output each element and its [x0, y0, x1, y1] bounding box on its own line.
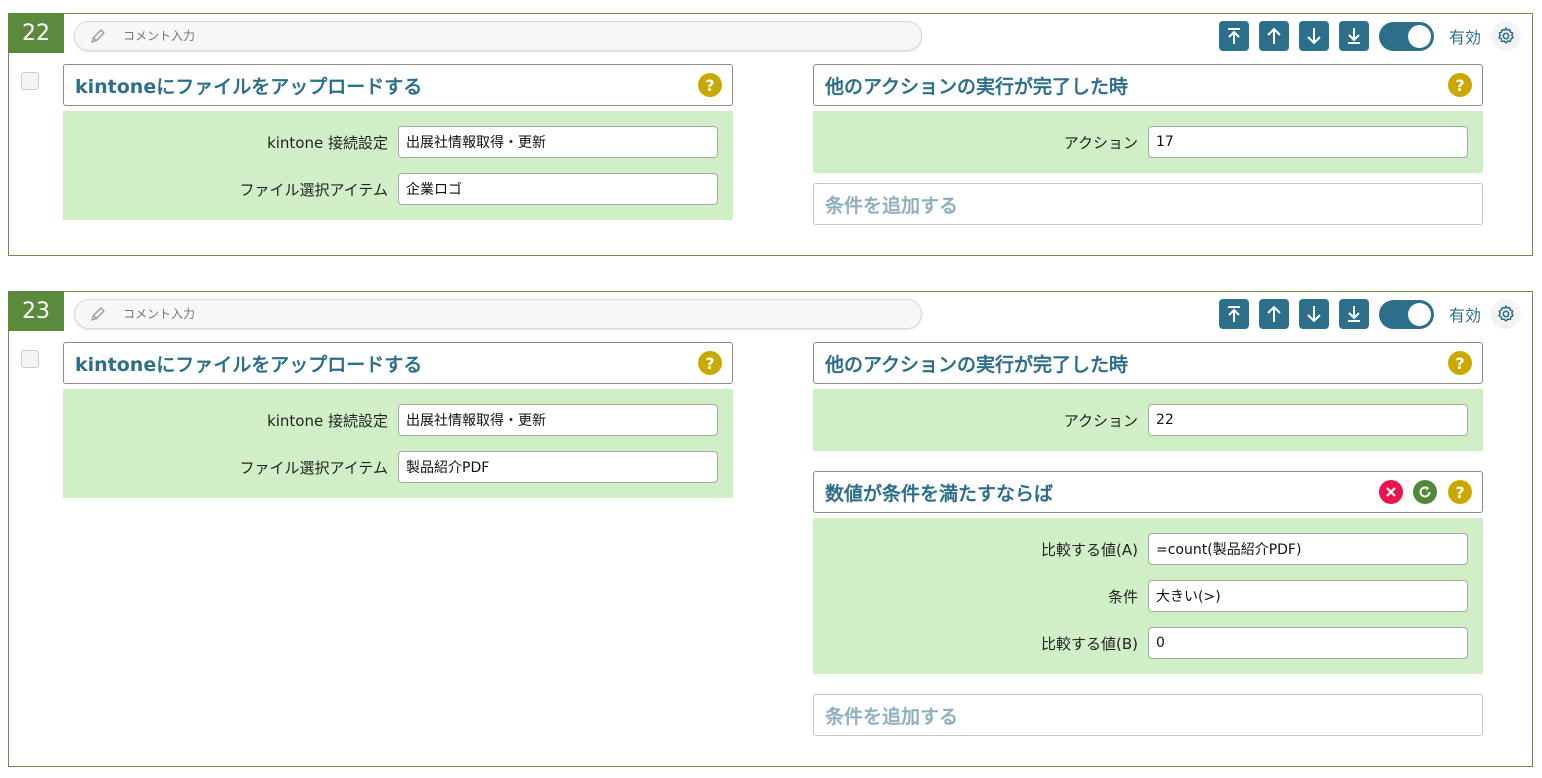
pencil-icon [87, 25, 109, 47]
field-label: kintone 接続設定 [267, 411, 388, 430]
toggle-knob [1407, 24, 1431, 48]
settings-button[interactable] [1491, 299, 1521, 329]
field-row: アクション 17 [813, 126, 1483, 158]
add-condition-label: 条件を追加する [825, 705, 959, 728]
refresh-icon [1419, 486, 1431, 498]
step-number: 22 [8, 13, 64, 53]
field-label: kintone 接続設定 [267, 133, 388, 152]
gear-icon [1498, 305, 1514, 322]
move-down-icon [1307, 306, 1321, 323]
help-icon[interactable]: ? [1448, 73, 1472, 97]
pencil-icon [87, 303, 109, 325]
enabled-toggle[interactable] [1378, 21, 1434, 51]
move-bottom-icon [1347, 306, 1360, 322]
trigger-fields: アクション 22 [813, 389, 1483, 451]
field-row: kintone 接続設定 出展社情報取得・更新 [63, 404, 733, 436]
field-row: アクション 22 [813, 404, 1483, 436]
enabled-label: 有効 [1448, 28, 1481, 47]
action-card-22: 22 有効 kintoneにファイルをアップロードする ? kinton [8, 13, 1533, 256]
action-fields: kintone 接続設定 出展社情報取得・更新 ファイル選択アイテム 製品紹介P… [63, 389, 733, 498]
move-top-icon [1227, 306, 1240, 322]
compare-value-b-input[interactable]: 0 [1148, 627, 1468, 659]
action-number-input[interactable]: 17 [1148, 126, 1468, 158]
field-row: 比較する値(B) 0 [813, 627, 1483, 659]
field-row: kintone 接続設定 出展社情報取得・更新 [63, 126, 733, 158]
move-bottom-icon [1347, 28, 1360, 44]
move-up-icon [1267, 27, 1281, 44]
action-number-input[interactable]: 22 [1148, 404, 1468, 436]
toggle-knob [1407, 302, 1431, 326]
action-title: kintoneにファイルをアップロードする [75, 353, 423, 376]
action-card-23: 23 有効 kintoneにファイルをアップロードする ? kinton [8, 291, 1533, 767]
enabled-label: 有効 [1448, 306, 1481, 325]
comment-field[interactable] [74, 299, 922, 329]
field-row: 条件 大きい(>) [813, 580, 1483, 612]
field-label: ファイル選択アイテム [239, 458, 388, 477]
comment-input[interactable] [121, 306, 825, 322]
delete-condition-button[interactable] [1379, 480, 1403, 504]
refresh-condition-button[interactable] [1413, 480, 1437, 504]
add-condition-button[interactable]: 条件を追加する [813, 183, 1483, 225]
move-down-button[interactable] [1298, 299, 1329, 329]
move-up-icon [1267, 305, 1281, 322]
condition-fields: 比較する値(A) =count(製品紹介PDF) 条件 大きい(>) 比較する値… [813, 518, 1483, 674]
field-label: 比較する値(B) [1041, 634, 1138, 653]
enabled-toggle[interactable] [1378, 299, 1434, 329]
move-bottom-button[interactable] [1338, 299, 1369, 329]
action-header: kintoneにファイルをアップロードする ? [63, 342, 733, 384]
action-header: kintoneにファイルをアップロードする ? [63, 64, 733, 106]
field-row: ファイル選択アイテム 製品紹介PDF [63, 451, 733, 483]
add-condition-label: 条件を追加する [825, 194, 959, 217]
kintone-connection-select[interactable]: 出展社情報取得・更新 [398, 404, 718, 436]
field-row: 比較する値(A) =count(製品紹介PDF) [813, 533, 1483, 565]
move-top-button[interactable] [1218, 299, 1249, 329]
action-fields: kintone 接続設定 出展社情報取得・更新 ファイル選択アイテム 企業ロゴ [63, 111, 733, 220]
field-label: ファイル選択アイテム [239, 180, 388, 199]
card-toolbar: 有効 [1209, 299, 1521, 329]
field-label: 比較する値(A) [1041, 540, 1138, 559]
trigger-title: 他のアクションの実行が完了した時 [825, 75, 1129, 98]
settings-button[interactable] [1491, 21, 1521, 51]
trigger-fields: アクション 17 [813, 111, 1483, 173]
comment-input[interactable] [121, 28, 825, 44]
file-item-select[interactable]: 製品紹介PDF [398, 451, 718, 483]
select-checkbox[interactable] [21, 350, 39, 368]
comment-field[interactable] [74, 21, 922, 51]
move-down-icon [1307, 28, 1321, 45]
compare-value-a-input[interactable]: =count(製品紹介PDF) [1148, 533, 1468, 565]
move-up-button[interactable] [1258, 21, 1289, 51]
move-bottom-button[interactable] [1338, 21, 1369, 51]
trigger-title: 他のアクションの実行が完了した時 [825, 353, 1129, 376]
field-label: アクション [1063, 411, 1138, 430]
condition-title: 数値が条件を満たすならば [825, 482, 1054, 505]
help-icon[interactable]: ? [698, 351, 722, 375]
move-top-button[interactable] [1218, 21, 1249, 51]
step-number: 23 [8, 291, 64, 331]
card-toolbar: 有効 [1209, 21, 1521, 51]
field-label: 条件 [1107, 587, 1138, 606]
move-down-button[interactable] [1298, 21, 1329, 51]
kintone-connection-select[interactable]: 出展社情報取得・更新 [398, 126, 718, 158]
trigger-header: 他のアクションの実行が完了した時 ? [813, 342, 1483, 384]
help-icon[interactable]: ? [1448, 480, 1472, 504]
trigger-header: 他のアクションの実行が完了した時 ? [813, 64, 1483, 106]
condition-header: 数値が条件を満たすならば ? [813, 471, 1483, 513]
operator-select[interactable]: 大きい(>) [1148, 580, 1468, 612]
add-condition-button[interactable]: 条件を追加する [813, 694, 1483, 736]
action-title: kintoneにファイルをアップロードする [75, 75, 423, 98]
help-icon[interactable]: ? [698, 73, 722, 97]
move-up-button[interactable] [1258, 299, 1289, 329]
field-row: ファイル選択アイテム 企業ロゴ [63, 173, 733, 205]
select-checkbox[interactable] [21, 72, 39, 90]
field-label: アクション [1063, 133, 1138, 152]
close-icon [1386, 487, 1396, 497]
file-item-select[interactable]: 企業ロゴ [398, 173, 718, 205]
move-top-icon [1227, 28, 1240, 44]
gear-icon [1498, 27, 1514, 44]
help-icon[interactable]: ? [1448, 351, 1472, 375]
